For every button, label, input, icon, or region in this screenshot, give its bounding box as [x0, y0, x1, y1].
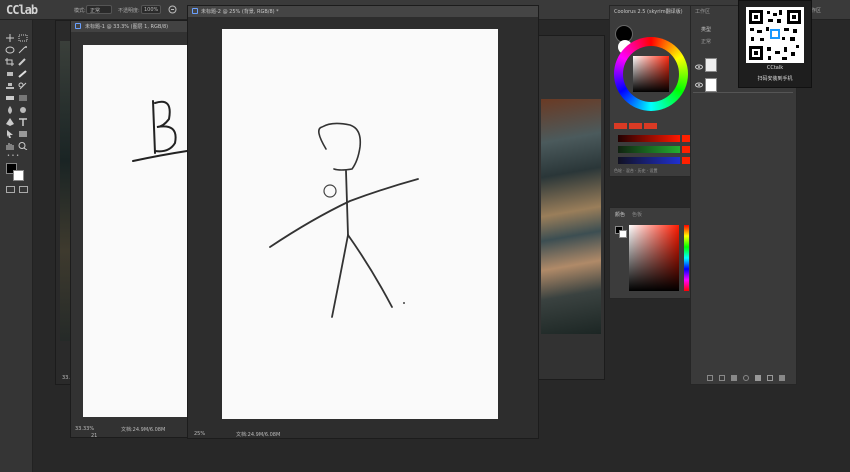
tab-document-2-title: 未标题-2 @ 25% (背景, RGB/8) *	[201, 9, 279, 15]
coolorus-panel[interactable]: Coolorus 2.5 (skyrim翻译版) 色轮 · 混合 · 历史 · …	[609, 5, 691, 177]
blend-mode-value: 正常	[90, 8, 101, 14]
opacity-field[interactable]: 100%	[141, 5, 161, 14]
screen-mode-icon[interactable]	[19, 186, 28, 193]
canvas-document-2[interactable]	[222, 29, 498, 419]
quick-mask-icon[interactable]	[6, 186, 15, 193]
document-1-extra-number: 21	[91, 433, 98, 439]
layer-thumbnail-1[interactable]	[705, 58, 717, 72]
clone-stamp-tool-icon[interactable]	[5, 82, 15, 90]
blue-value-box[interactable]	[682, 157, 690, 164]
green-slider[interactable]	[618, 146, 680, 153]
add-mask-icon[interactable]	[731, 375, 737, 381]
layers-panel-tab[interactable]: 工作区	[695, 8, 710, 15]
color-model-chips	[614, 121, 690, 131]
layer-style-icon[interactable]	[719, 375, 725, 381]
move-tool-icon[interactable]	[5, 34, 15, 42]
letter-b-sketch	[132, 100, 188, 162]
tools-panel: • • •	[0, 20, 33, 472]
document-window-2[interactable]: 未标题-2 @ 25% (背景, RGB/8) * 25% 文档:24.9M/6…	[187, 5, 539, 439]
lasso-tool-icon[interactable]	[5, 46, 15, 54]
pen-tool-icon[interactable]	[5, 118, 15, 126]
layer-blend-mode[interactable]: 正常	[701, 38, 711, 45]
document-window-1[interactable]: 未标题-1 @ 33.3% (图层 1, RGB/8) 33.33% 文档:24…	[70, 20, 190, 439]
layer-visibility-eye-icon[interactable]	[695, 81, 703, 89]
marquee-tool-icon[interactable]	[18, 34, 28, 42]
layer-visibility-eye-icon[interactable]	[695, 63, 703, 71]
red-value-box[interactable]	[682, 135, 690, 142]
tab-document-1[interactable]: 未标题-1 @ 33.3% (图层 1, RGB/8)	[71, 21, 189, 32]
adjustment-layer-icon[interactable]	[743, 375, 749, 381]
tab-document-1-title: 未标题-1 @ 33.3% (图层 1, RGB/8)	[85, 24, 169, 30]
zoom-status-document-2[interactable]: 25%	[194, 431, 205, 437]
doc-size-status-document-1: 文档:24.9M/6.08M	[121, 427, 166, 433]
crop-tool-icon[interactable]	[5, 58, 15, 66]
coolorus-bottom-row[interactable]: 色轮 · 混合 · 历史 · 设置	[614, 168, 657, 174]
opacity-value: 100%	[144, 7, 159, 13]
tab-swatches[interactable]: 色板	[632, 211, 642, 218]
photoshop-doc-icon	[75, 23, 81, 29]
layer-filter-type[interactable]: 类型	[701, 26, 711, 33]
qr-caption-install: 扫码安装到手机	[757, 76, 793, 82]
dodge-tool-icon[interactable]	[18, 106, 28, 114]
mode-label: 模式:	[74, 8, 86, 14]
zoom-tool-icon[interactable]	[18, 142, 28, 150]
reference-painting	[541, 99, 601, 334]
layer-divider	[693, 92, 793, 93]
saturation-value-square[interactable]	[633, 56, 669, 92]
new-layer-icon[interactable]	[767, 375, 773, 381]
qr-caption-cctalk: CCtalk	[766, 65, 784, 71]
healing-brush-tool-icon[interactable]	[5, 70, 15, 78]
background-color-swatch[interactable]	[13, 170, 24, 181]
history-brush-tool-icon[interactable]	[18, 82, 28, 90]
color-panel[interactable]: 颜色 色板	[609, 207, 691, 299]
color-panel-bg-swatch[interactable]	[619, 230, 627, 238]
chip-hsl[interactable]	[614, 123, 627, 129]
cctalk-qr-overlay: CCtalk 扫码安装到手机	[738, 0, 812, 88]
blue-slider[interactable]	[618, 157, 680, 164]
layer-thumbnail-2[interactable]	[705, 78, 717, 92]
document-window-painting[interactable]	[535, 35, 605, 380]
trash-icon[interactable]	[779, 375, 785, 381]
cclab-logo: CClab	[6, 3, 38, 17]
blur-tool-icon[interactable]	[5, 106, 15, 114]
eraser-tool-icon[interactable]	[5, 94, 15, 102]
green-value-box[interactable]	[682, 146, 690, 153]
layers-footer-buttons	[707, 374, 787, 382]
chip-rgb[interactable]	[629, 123, 642, 129]
chip-lab[interactable]	[644, 123, 657, 129]
blend-mode-select[interactable]: 正常	[86, 5, 112, 14]
eyedropper-tool-icon[interactable]	[18, 58, 28, 66]
doc-size-status-document-2: 文档:24.9M/6.08M	[236, 432, 281, 438]
type-tool-icon[interactable]	[18, 118, 28, 126]
new-group-icon[interactable]	[755, 375, 761, 381]
red-slider[interactable]	[618, 135, 680, 142]
pressure-opacity-icon[interactable]	[168, 5, 177, 14]
color-wheel[interactable]	[614, 37, 688, 111]
magic-wand-tool-icon[interactable]	[18, 46, 28, 54]
zoom-status-document-1[interactable]: 33.33%	[75, 426, 94, 432]
stick-figure-sketch	[269, 122, 419, 318]
canvas-document-1[interactable]	[83, 45, 189, 417]
color-picker-field[interactable]	[629, 225, 679, 291]
qr-code	[746, 7, 804, 63]
hue-strip[interactable]	[684, 225, 689, 291]
coolorus-title: Coolorus 2.5 (skyrim翻译版)	[614, 9, 683, 15]
gradient-tool-icon[interactable]	[18, 94, 28, 102]
rectangle-tool-icon[interactable]	[18, 130, 28, 138]
opacity-label: 不透明度:	[118, 8, 140, 14]
link-layers-icon[interactable]	[707, 375, 713, 381]
tab-document-2[interactable]: 未标题-2 @ 25% (背景, RGB/8) *	[188, 6, 538, 17]
photoshop-doc-icon	[192, 8, 198, 14]
hand-tool-icon[interactable]	[5, 142, 15, 150]
more-tools-icon[interactable]: • • •	[7, 153, 25, 159]
brush-tool-icon[interactable]	[18, 70, 28, 78]
path-selection-tool-icon[interactable]	[5, 130, 15, 138]
tab-color[interactable]: 颜色	[615, 211, 625, 218]
